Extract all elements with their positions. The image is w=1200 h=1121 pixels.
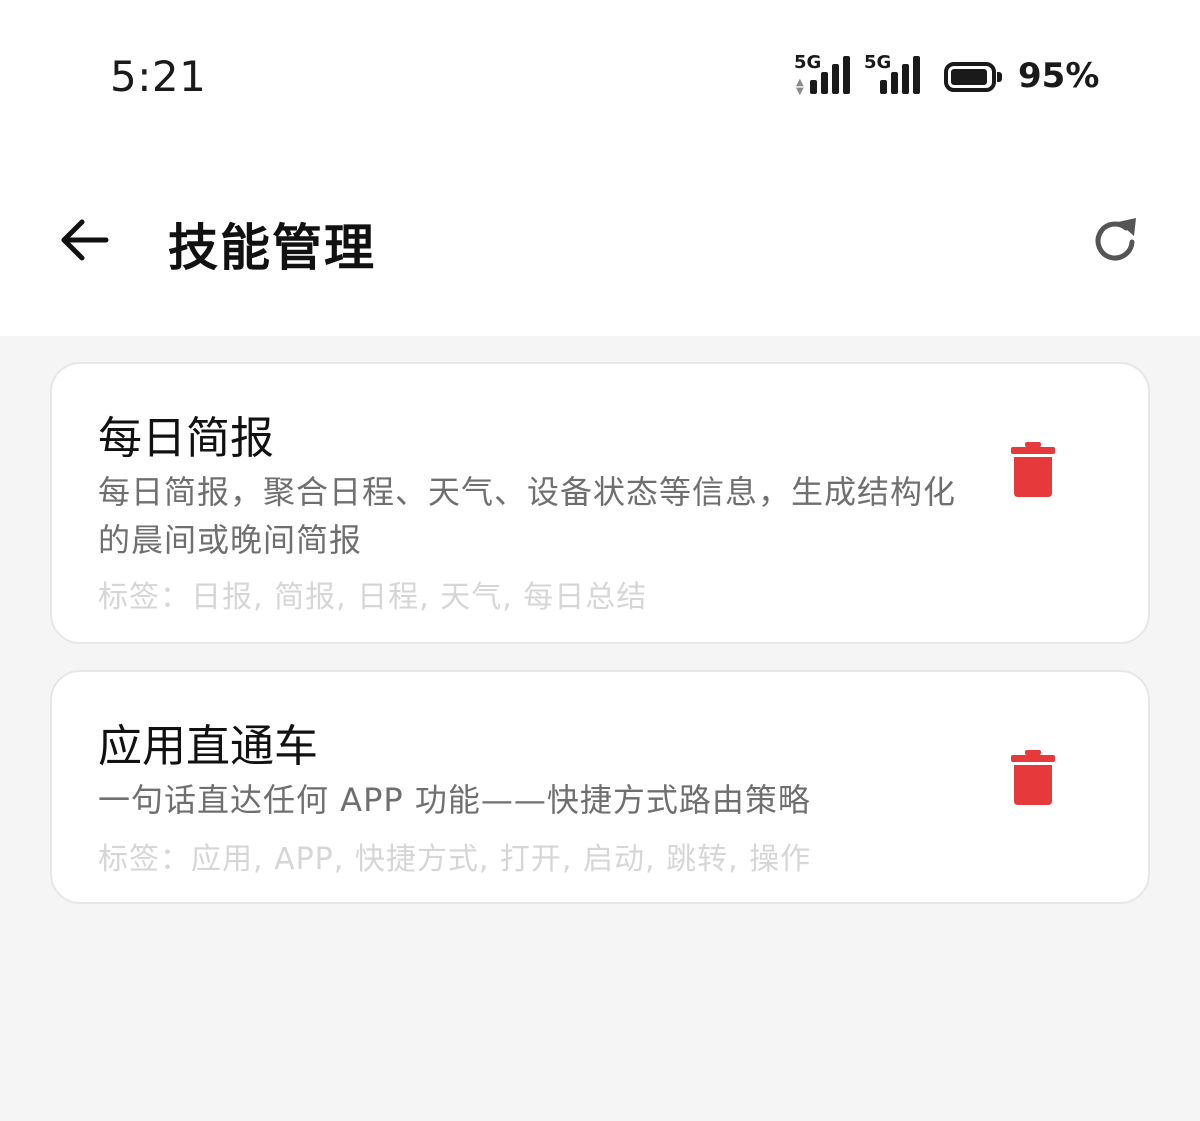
skill-tags: 标签：应用, APP, 快捷方式, 打开, 启动, 跳转, 操作	[98, 842, 812, 877]
refresh-button[interactable]	[1088, 212, 1144, 268]
status-bar: 5:21 5G ▲ ▼ 5G 95%	[0, 0, 1200, 160]
top-area: 5:21 5G ▲ ▼ 5G 95% 技能管理	[0, 0, 1200, 336]
trash-icon	[1011, 750, 1055, 805]
skill-tags: 标签：日报, 简报, 日程, 天气, 每日总结	[98, 580, 648, 615]
signal-bars-icon	[880, 56, 926, 94]
signal-bars-icon	[810, 56, 856, 94]
arrow-left-icon	[61, 219, 109, 261]
skill-list: 每日简报 每日简报，聚合日程、天气、设备状态等信息，生成结构化的晨间或晚间简报 …	[50, 362, 1150, 930]
skill-card[interactable]: 每日简报 每日简报，聚合日程、天气、设备状态等信息，生成结构化的晨间或晚间简报 …	[50, 362, 1150, 644]
skill-title: 每日简报	[98, 413, 274, 464]
battery-percent: 95%	[1018, 56, 1100, 96]
skill-title: 应用直通车	[98, 721, 318, 772]
skill-card[interactable]: 应用直通车 一句话直达任何 APP 功能——快捷方式路由策略 标签：应用, AP…	[50, 670, 1150, 904]
delete-button[interactable]	[1010, 750, 1056, 806]
back-button[interactable]	[56, 212, 112, 268]
page-title: 技能管理	[168, 219, 376, 277]
delete-button[interactable]	[1010, 442, 1056, 498]
battery-icon	[944, 62, 1002, 92]
signal-1: 5G ▲ ▼	[794, 52, 860, 98]
signal-2: 5G	[864, 52, 930, 98]
skill-description: 一句话直达任何 APP 功能——快捷方式路由策略	[98, 781, 811, 819]
data-activity-icon: ▲ ▼	[796, 77, 804, 97]
app-bar: 技能管理	[0, 190, 1200, 290]
refresh-icon	[1095, 218, 1136, 261]
trash-icon	[1011, 442, 1055, 497]
status-time: 5:21	[110, 52, 207, 101]
skill-description: 每日简报，聚合日程、天气、设备状态等信息，生成结构化的晨间或晚间简报	[98, 473, 957, 559]
